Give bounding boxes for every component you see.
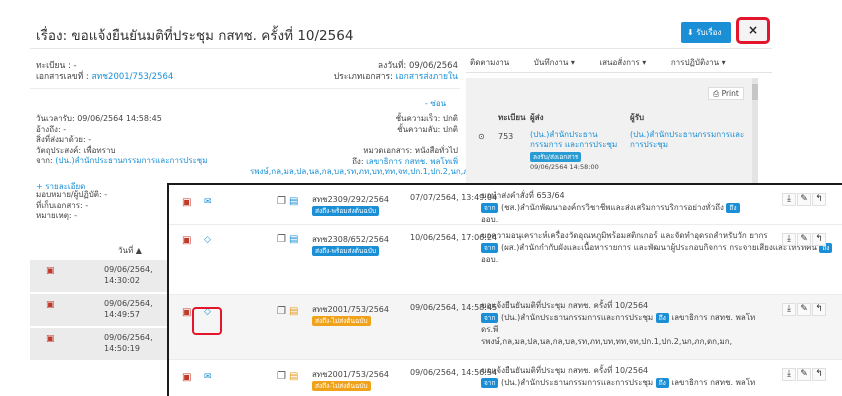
receive-button[interactable]: ⬇ รับเรื่อง [681,22,731,43]
row-actions: ⤓ ✎ ↰ [781,193,826,206]
tab-record[interactable]: บันทึกงาน ▾ [534,58,575,67]
document-icon[interactable]: ▤ [289,371,298,382]
table-row[interactable]: ▣ ◇ ❐ ▤ สทช2308/652/2564 ส่งถึง-พร้อมส่ง… [169,225,842,295]
edit-icon[interactable]: ✎ [797,193,811,206]
print-icon: ⎙ [713,89,722,98]
list-item[interactable]: ▣ 09/06/2564, 14:30:02 [30,260,168,293]
list-item[interactable]: ▣ 09/06/2564, 14:49:57 [30,294,168,327]
download-icon[interactable]: ⤓ [782,193,796,206]
from-link[interactable]: (ปน.)สำนักประธานกรรมการและการประชุม [55,156,207,165]
pdf-icon[interactable]: ▣ [182,197,191,208]
edit-icon[interactable]: ✎ [797,303,811,316]
action-tabs: ติดตามงาน บันทึกงาน ▾ เสนอสั่งการ ▾ การป… [470,56,770,69]
highlight-box [192,307,222,335]
table-row[interactable]: ▣ ✉ ❐ ▤ สทช2001/753/2564 ส่งถึง-ไม่ส่งต้… [169,360,842,396]
clock-icon: ⊙ [478,132,485,141]
document-details-right: ชั้นความเร็ว: ปกติ ชั้นความลับ: ปกติ [395,114,458,134]
edit-icon[interactable]: ✎ [797,233,811,246]
copy-icon[interactable]: ❐ [277,306,286,317]
edit-icon[interactable]: ✎ [797,368,811,381]
download-icon[interactable]: ⤓ [782,303,796,316]
row-actions: ⤓ ✎ ↰ [781,368,826,381]
reply-icon[interactable]: ↰ [812,233,826,246]
row-actions: ⤓ ✎ ↰ [781,303,826,316]
download-icon: ⬇ [687,28,697,37]
col-reg: ทะเบียน [498,113,526,122]
download-icon[interactable]: ⤓ [782,368,796,381]
copy-icon[interactable]: ❐ [277,371,286,382]
document-icon[interactable]: ▤ [289,196,298,207]
reply-icon[interactable]: ↰ [812,193,826,206]
pdf-icon[interactable]: ▣ [182,372,191,383]
document-meta: ทะเบียน : - เอกสารเลขที่ : สทช2001/753/2… [36,61,174,82]
pdf-icon[interactable]: ▣ [46,334,56,344]
pdf-icon[interactable]: ▣ [182,307,191,318]
pdf-icon[interactable]: ▣ [182,235,191,246]
document-icon[interactable]: ▤ [289,306,298,317]
reply-icon[interactable]: ↰ [812,368,826,381]
mail-icon[interactable]: ✉ [204,372,212,382]
pdf-icon[interactable]: ▣ [46,300,56,310]
print-button[interactable]: ⎙ Print [708,87,744,100]
sender-name: (ปน.)สำนักประธานกรรมการ และการประชุม [530,130,618,149]
tab-tracking[interactable]: ติดตามงาน [470,58,509,67]
document-icon[interactable]: ▤ [289,234,298,245]
status-badge: ส่งถึง-พร้อมส่งต้นฉบับ [312,246,380,256]
table-row[interactable]: ▣ ✉ ❐ ▤ สทช2309/292/2564 ส่งถึง-พร้อมส่ง… [169,185,842,225]
hide-link[interactable]: - ซ่อน [425,97,446,110]
row-actions: ⤓ ✎ ↰ [781,233,826,246]
tab-operation[interactable]: การปฏิบัติงาน ▾ [671,58,726,67]
mail-icon[interactable]: ✉ [204,197,212,207]
to-link[interactable]: เลขาธิการ กสทช. พลโทเพิ่ [366,157,458,166]
doc-number-link[interactable]: สทช2001/753/2564 [91,72,173,82]
copy-icon[interactable]: ❐ [277,234,286,245]
col-sender: ผู้ส่ง [530,113,544,122]
copy-icon[interactable]: ❐ [277,196,286,207]
pdf-icon[interactable]: ▣ [46,266,56,276]
status-badge: ลงรับ/ส่งเอกสาร [530,152,582,162]
table-row[interactable]: ▣ ◇ ❐ ▤ สทช2001/753/2564 ส่งถึง-ไม่ส่งต้… [169,295,842,360]
document-meta-right: ลงวันที่: 09/06/2564 ประเภทเอกสาร: เอกสา… [333,61,458,82]
meta-divider [30,88,460,89]
document-recipients: หมวดเอกสาร: หนังสือทั่วไป ถึง: เลขาธิการ… [250,146,489,176]
recipient-name: (ปน.)สำนักประธานกรรมการและ การประชุม [630,130,745,149]
status-badge: ส่งถึง-ไม่ส่งต้นฉบับ [312,381,371,391]
status-badge: ส่งถึง-พร้อมส่งต้นฉบับ [312,206,380,216]
open-mail-icon[interactable]: ◇ [204,235,211,245]
close-button[interactable]: × [736,17,770,44]
tab-divider [466,72,772,73]
page-title: เรื่อง: ขอแจ้งยืนยันมติที่ประชุม กสทช. ค… [36,28,354,44]
document-list-overlay: ▣ ✉ ❐ ▤ สทช2309/292/2564 ส่งถึง-พร้อมส่ง… [167,183,842,396]
col-recipient: ผู้รับ [630,113,645,122]
tab-propose[interactable]: เสนอสั่งการ ▾ [599,58,646,67]
download-icon[interactable]: ⤓ [782,233,796,246]
assignment-info: มอบหมาย/ผู้ปฏิบัติ: - ที่เก็บเอกสาร: - ห… [36,190,108,220]
scrollbar-thumb[interactable] [752,84,758,100]
header-divider [30,48,772,49]
date-column-header[interactable]: วันที่ ▲ [118,244,142,257]
document-details: วันเวลารับ: 09/06/2564 14:58:45 อ้างถึง:… [36,114,208,165]
list-item[interactable]: ▣ 09/06/2564, 14:50:19 [30,328,168,361]
reply-icon[interactable]: ↰ [812,303,826,316]
status-badge: ส่งถึง-ไม่ส่งต้นฉบับ [312,316,371,326]
